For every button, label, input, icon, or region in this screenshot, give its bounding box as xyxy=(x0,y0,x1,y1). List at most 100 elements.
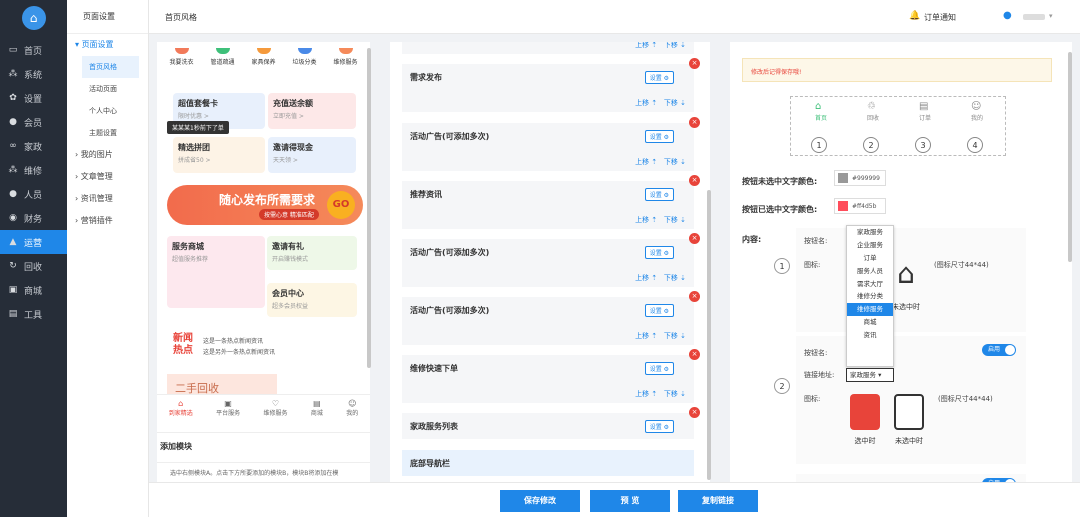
settings-button[interactable]: 设置 ⚙ xyxy=(644,420,674,433)
dropdown-option[interactable]: 需求大厅 xyxy=(847,278,893,291)
move-controls[interactable]: 上移 ⇡ 下移 ⇣ xyxy=(635,331,686,341)
sidebar-item-1[interactable]: ⁂ 系统 xyxy=(0,62,67,86)
close-icon[interactable]: × xyxy=(689,407,700,418)
sidebar-item-0[interactable]: ▭ 首页 xyxy=(0,38,67,62)
preview-button[interactable]: 预 览 xyxy=(590,490,670,512)
enable-toggle[interactable]: 启用 xyxy=(982,344,1016,356)
settings-button[interactable]: 设置 ⚙ xyxy=(644,246,674,259)
dropdown-option[interactable]: 资讯 xyxy=(847,329,893,342)
move-controls[interactable]: 上移 ⇡ 下移 ⇣ xyxy=(635,98,686,108)
settings-button[interactable]: 设置 ⚙ xyxy=(644,188,674,201)
subnav-group-page-settings[interactable]: ▾ 页面设置 xyxy=(67,34,148,56)
close-icon[interactable]: × xyxy=(689,117,700,128)
card-group-buy[interactable]: 精选拼团 拼成省50 > xyxy=(173,137,265,173)
close-icon[interactable]: × xyxy=(689,291,700,302)
banner-go-button[interactable]: GO xyxy=(327,191,355,219)
username-placeholder[interactable] xyxy=(1023,14,1045,20)
bookmark-unselected-icon[interactable] xyxy=(894,394,924,430)
module-row[interactable]: 活动广告(可添加多次) 设置 ⚙ × 上移 ⇡ 下移 ⇣ xyxy=(402,117,700,171)
subnav-group-images[interactable]: › 我的图片 xyxy=(67,144,148,166)
subnav-item-home-style[interactable]: 首页风格 xyxy=(82,56,139,78)
close-icon[interactable]: × xyxy=(689,175,700,186)
sidebar-item-4[interactable]: ∞ 家政 xyxy=(0,134,67,158)
sidebar-item-11[interactable]: ▤ 工具 xyxy=(0,302,67,326)
module-scrollbar[interactable] xyxy=(707,190,711,480)
move-controls[interactable]: 上移 ⇡ 下移 ⇣ xyxy=(635,273,686,283)
selected-color-picker[interactable]: #ff4d5b xyxy=(834,198,886,214)
settings-button[interactable]: 设置 ⚙ xyxy=(644,130,674,143)
module-row[interactable]: 上移 ⇡ 下移 ⇣ xyxy=(402,42,694,54)
dropdown-option[interactable]: 订单 xyxy=(847,252,893,265)
subnav-item-activity[interactable]: 活动页面 xyxy=(67,78,148,100)
tab-mine[interactable]: ☺ 我的 xyxy=(346,399,358,417)
settings-button[interactable]: 设置 ⚙ xyxy=(644,304,674,317)
order-notice-link[interactable]: 订单通知 xyxy=(924,12,956,23)
subnav-item-theme[interactable]: 主题设置 xyxy=(67,122,148,144)
dropdown-option[interactable]: 维修分类 xyxy=(847,290,893,303)
tab-home[interactable]: ⌂ 到家精选 xyxy=(169,399,193,417)
sidebar-item-7[interactable]: ◉ 财务 xyxy=(0,206,67,230)
tab-repair[interactable]: ♡ 维修服务 xyxy=(263,399,287,417)
sidebar-item-8[interactable]: ▲ 运营 xyxy=(0,230,67,254)
copy-link-button[interactable]: 复制链接 xyxy=(678,490,758,512)
move-controls[interactable]: 上移 ⇡ 下移 ⇣ xyxy=(635,215,686,225)
sidebar-item-10[interactable]: ▣ 商城 xyxy=(0,278,67,302)
module-row[interactable]: 底部导航栏 xyxy=(402,450,694,476)
card-member-center[interactable]: 会员中心 超多会员权益 xyxy=(267,283,357,317)
preview-icon-item[interactable]: 维修服务 xyxy=(328,48,364,66)
close-icon[interactable]: × xyxy=(689,233,700,244)
settings-scrollbar[interactable] xyxy=(1068,52,1072,262)
house-icon[interactable]: ⌂ xyxy=(890,258,922,290)
news-item[interactable]: 这是一条热点新闻资讯 xyxy=(203,336,263,345)
demand-banner[interactable]: 随心发布所需要求 按需心意 精准匹配 GO xyxy=(167,185,363,225)
move-controls[interactable]: 上移 ⇡ 下移 ⇣ xyxy=(635,389,686,399)
link-dropdown-list[interactable]: 家政服务 企业服务 订单 服务人员 需求大厅 维修分类 维修服务 商城 资讯 xyxy=(846,225,894,367)
card-service-mall[interactable]: 服务商城 超值服务推荐 xyxy=(167,236,265,308)
link-select[interactable]: 家政服务 ▾ xyxy=(846,368,894,382)
card-invite-cash[interactable]: 邀请得现金 天天领 > xyxy=(268,137,356,173)
sidebar-item-3[interactable]: ● 会员 xyxy=(0,110,67,134)
module-row[interactable]: 活动广告(可添加多次) 设置 ⚙ × 上移 ⇡ 下移 ⇣ xyxy=(402,291,700,345)
move-controls[interactable]: 上移 ⇡ 下移 ⇣ xyxy=(635,157,686,167)
subnav-item-profile[interactable]: 个人中心 xyxy=(67,100,148,122)
sidebar-item-6[interactable]: ● 人员 xyxy=(0,182,67,206)
module-row[interactable]: 推荐资讯 设置 ⚙ × 上移 ⇡ 下移 ⇣ xyxy=(402,175,700,229)
preview-scrollbar[interactable] xyxy=(367,48,371,368)
news-item[interactable]: 这是另外一条热点新闻资讯 xyxy=(203,347,275,356)
subnav-group-articles[interactable]: › 文章管理 xyxy=(67,166,148,188)
module-row[interactable]: 维修快速下单 设置 ⚙ × 上移 ⇡ 下移 ⇣ xyxy=(402,349,700,403)
bell-icon[interactable]: 🔔 xyxy=(909,11,920,21)
module-row[interactable]: 家政服务列表 设置 ⚙ × xyxy=(402,407,700,439)
dropdown-option[interactable]: 服务人员 xyxy=(847,265,893,278)
user-icon[interactable]: ● xyxy=(1003,10,1012,21)
dropdown-option[interactable]: 企业服务 xyxy=(847,239,893,252)
subnav-group-marketing[interactable]: › 营销插件 xyxy=(67,210,148,232)
move-controls[interactable]: 上移 ⇡ 下移 ⇣ xyxy=(635,42,686,50)
module-row[interactable]: 需求发布 设置 ⚙ × 上移 ⇡ 下移 ⇣ xyxy=(402,58,700,112)
sidebar-item-5[interactable]: ⁂ 维修 xyxy=(0,158,67,182)
module-row[interactable]: 活动广告(可添加多次) 设置 ⚙ × 上移 ⇡ 下移 ⇣ xyxy=(402,233,700,287)
chevron-down-icon[interactable]: ▾ xyxy=(1049,12,1053,20)
save-button[interactable]: 保存修改 xyxy=(500,490,580,512)
dropdown-option[interactable]: 商城 xyxy=(847,316,893,329)
preview-icon-item[interactable]: 我要洗衣 xyxy=(164,48,200,66)
tab-platform[interactable]: ▣ 平台服务 xyxy=(216,399,240,417)
dropdown-option-selected[interactable]: 维修服务 xyxy=(847,303,893,317)
sidebar-item-2[interactable]: ✿ 设置 xyxy=(0,86,67,110)
card-recharge[interactable]: 充值送余额 立即充值 > xyxy=(268,93,356,129)
preview-icon-item[interactable]: 垃圾分类 xyxy=(287,48,323,66)
bookmark-selected-icon[interactable] xyxy=(850,394,880,430)
sidebar-item-9[interactable]: ↻ 回收 xyxy=(0,254,67,278)
card-invite-gift[interactable]: 邀请有礼 开启赚钱模式 xyxy=(267,236,357,270)
unselected-color-picker[interactable]: #999999 xyxy=(834,170,886,186)
tab-mall[interactable]: ▤ 商城 xyxy=(311,399,323,417)
dropdown-option[interactable]: 家政服务 xyxy=(847,226,893,239)
preview-icon-item[interactable]: 家具保养 xyxy=(246,48,282,66)
secondhand-card[interactable]: 二手回收 xyxy=(167,374,277,396)
subnav-group-news[interactable]: › 资讯管理 xyxy=(67,188,148,210)
settings-button[interactable]: 设置 ⚙ xyxy=(644,362,674,375)
close-icon[interactable]: × xyxy=(689,58,700,69)
settings-button[interactable]: 设置 ⚙ xyxy=(644,71,674,84)
preview-icon-item[interactable]: 管道疏通 xyxy=(205,48,241,66)
close-icon[interactable]: × xyxy=(689,349,700,360)
